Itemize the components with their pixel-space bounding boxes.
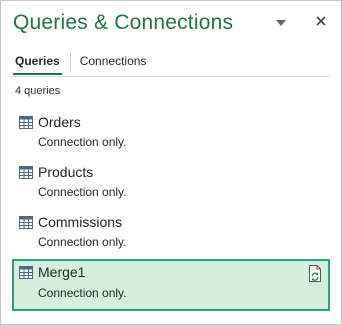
refresh-query-button[interactable]: [308, 265, 322, 282]
queries-connections-pane: Queries & Connections Queries Connection…: [0, 0, 342, 325]
pane-header: Queries & Connections: [13, 11, 331, 41]
table-icon: [19, 166, 33, 179]
tab-strip: Queries Connections: [13, 53, 146, 75]
query-name: Commissions: [38, 214, 123, 230]
query-item-orders[interactable]: Orders Connection only.: [13, 111, 329, 159]
query-item-merge1[interactable]: Merge1 Connection only.: [12, 259, 330, 311]
pane-title: Queries & Connections: [13, 11, 234, 34]
table-icon: [19, 116, 33, 129]
tab-divider: [69, 53, 71, 71]
query-status: Connection only.: [38, 235, 127, 249]
pane-options-button[interactable]: [273, 15, 289, 31]
query-name: Merge1: [38, 264, 86, 280]
tab-queries[interactable]: Queries: [13, 53, 62, 75]
query-name: Orders: [38, 114, 81, 130]
query-list: Orders Connection only. Products Connect…: [12, 111, 330, 313]
close-button[interactable]: [313, 13, 329, 29]
query-name: Products: [38, 164, 94, 180]
query-status: Connection only.: [38, 286, 127, 300]
tab-connections[interactable]: Connections: [80, 53, 147, 73]
chevron-down-icon: [276, 20, 286, 26]
close-icon: [316, 16, 326, 26]
tabs-divider: [13, 76, 329, 77]
query-status: Connection only.: [38, 185, 127, 199]
refresh-icon: [309, 265, 321, 282]
query-count: 4 queries: [15, 85, 61, 97]
query-item-commissions[interactable]: Commissions Connection only.: [13, 211, 329, 259]
query-item-products[interactable]: Products Connection only.: [13, 161, 329, 209]
table-icon: [19, 266, 33, 279]
query-status: Connection only.: [38, 135, 127, 149]
table-icon: [19, 216, 33, 229]
